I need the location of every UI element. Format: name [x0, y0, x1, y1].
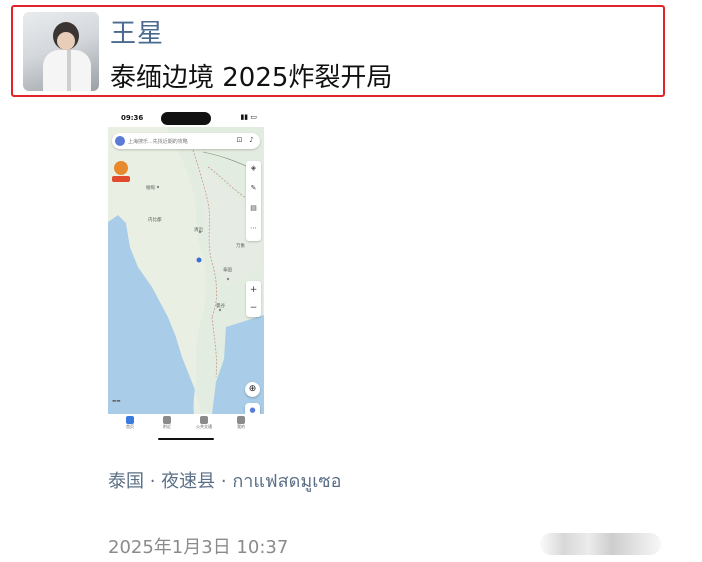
map-label: 缅甸 — [146, 186, 155, 191]
dynamic-island — [161, 112, 211, 125]
zoom-in-button[interactable]: + — [246, 281, 261, 299]
transit-icon — [200, 416, 208, 424]
post-timestamp: 2025年1月3日 10:37 — [108, 537, 289, 558]
nav-item-label: 附近 — [163, 424, 171, 429]
zoom-control: + − — [246, 281, 261, 317]
map-label: 万象 — [236, 244, 245, 249]
map-label: 内比都 — [148, 218, 162, 223]
map-scale-bar: ▬▬ — [112, 399, 121, 404]
attached-screenshot[interactable]: 09:36 ▮▮ ▭ 上海搜乐...先找近期的攻略 ⊡ ♪ ◈ ✎ ▤ ⋯ 缅甸… — [108, 107, 264, 442]
avatar-face — [57, 32, 75, 50]
blurred-action-area[interactable] — [540, 533, 661, 555]
locate-button[interactable]: ⊕ — [245, 382, 260, 397]
map-label: 清迈 — [194, 228, 203, 233]
signal-battery-icon: ▮▮ ▭ — [240, 113, 257, 121]
nearby-icon — [163, 416, 171, 424]
nav-item-label: 我的 — [237, 424, 245, 429]
author-avatar[interactable] — [23, 12, 99, 91]
location-pin-icon[interactable] — [112, 161, 130, 183]
nav-item-profile[interactable]: 我的 — [229, 415, 253, 433]
phone-status-bar: 09:36 ▮▮ ▭ — [108, 107, 264, 127]
map-view: 上海搜乐...先找近期的攻略 ⊡ ♪ ◈ ✎ ▤ ⋯ 缅甸 内比都 清迈 泰国 … — [108, 127, 264, 414]
phone-clock: 09:36 — [121, 114, 144, 122]
nav-item-label: 公共交通 — [196, 424, 212, 429]
report-icon[interactable]: ✎ — [246, 181, 261, 201]
nav-item-transit[interactable]: 公共交通 — [192, 415, 216, 433]
nav-item-nearby[interactable]: 附近 — [155, 415, 179, 433]
map-label: 曼谷 — [216, 304, 225, 309]
profile-icon — [237, 416, 245, 424]
voice-assistant-icon[interactable]: ● — [245, 403, 260, 414]
map-search-bar[interactable]: 上海搜乐...先找近期的攻略 ⊡ ♪ — [112, 133, 260, 149]
map-graphic — [108, 127, 264, 414]
app-logo-icon — [115, 136, 125, 146]
voice-icon[interactable]: ♪ — [247, 136, 256, 145]
map-search-placeholder: 上海搜乐...先找近期的攻略 — [128, 139, 188, 145]
map-label: 泰国 — [223, 268, 232, 273]
more-icon[interactable]: ⋯ — [246, 221, 261, 241]
map-side-toolbar: ◈ ✎ ▤ ⋯ — [246, 161, 261, 241]
zoom-out-button[interactable]: − — [246, 299, 261, 317]
layers-icon[interactable]: ◈ — [246, 161, 261, 181]
avatar-shadow — [67, 50, 71, 91]
post-header-highlight: 王星 泰缅边境 2025炸裂开局 — [11, 5, 665, 97]
scan-icon[interactable]: ⊡ — [235, 136, 244, 145]
post-location[interactable]: 泰国 · 夜速县 · กาแฟสดมูเซอ — [108, 466, 341, 495]
map-bottom-nav: 首页 附近 公共交通 我的 — [108, 414, 264, 434]
home-icon — [126, 416, 134, 424]
author-name[interactable]: 王星 — [110, 13, 164, 50]
post-text: 泰缅边境 2025炸裂开局 — [110, 63, 393, 93]
nav-item-home[interactable]: 首页 — [118, 415, 142, 433]
nav-item-label: 首页 — [126, 424, 134, 429]
home-indicator — [158, 438, 214, 440]
message-icon[interactable]: ▤ — [246, 201, 261, 221]
